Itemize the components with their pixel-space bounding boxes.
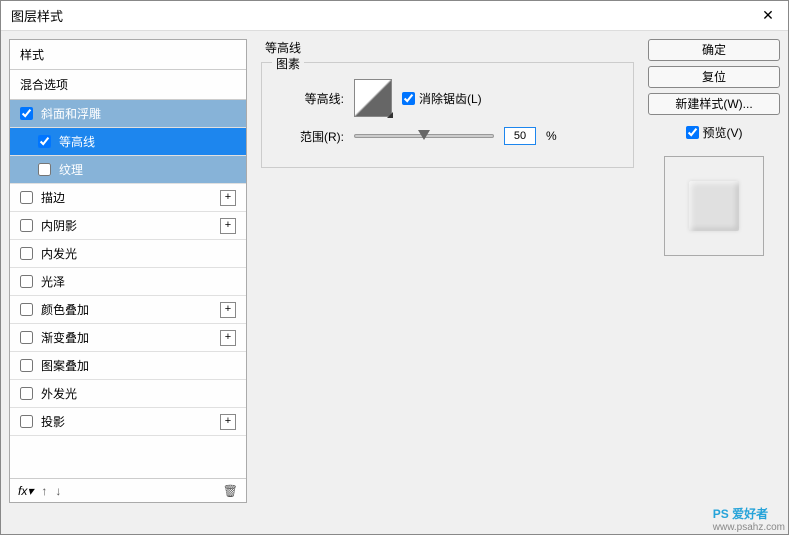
style-item[interactable]: 光泽 bbox=[10, 268, 246, 296]
preview-control[interactable]: 预览(V) bbox=[648, 124, 780, 141]
styles-header: 样式 bbox=[10, 40, 246, 70]
range-label: 范围(R): bbox=[274, 128, 344, 145]
add-effect-button[interactable]: + bbox=[220, 190, 236, 206]
style-label: 描边 bbox=[41, 189, 220, 206]
dialog-content: 样式 混合选项 斜面和浮雕等高线纹理描边+内阴影+内发光光泽颜色叠加+渐变叠加+… bbox=[1, 31, 788, 511]
style-checkbox[interactable] bbox=[20, 219, 33, 232]
preview-box bbox=[664, 156, 764, 256]
style-checkbox[interactable] bbox=[20, 303, 33, 316]
add-effect-button[interactable]: + bbox=[220, 330, 236, 346]
style-label: 内发光 bbox=[41, 245, 236, 262]
layer-style-dialog: 图层样式 ✕ 样式 混合选项 斜面和浮雕等高线纹理描边+内阴影+内发光光泽颜色叠… bbox=[0, 0, 789, 535]
group-title: 图素 bbox=[272, 55, 304, 72]
style-checkbox[interactable] bbox=[20, 359, 33, 372]
watermark-text: PS 爱好者 www.psahz.com bbox=[713, 505, 785, 533]
range-input[interactable] bbox=[504, 127, 536, 145]
contour-section: 等高线 图素 等高线: 消除锯齿(L) 范围(R): bbox=[261, 39, 634, 168]
style-label: 内阴影 bbox=[41, 217, 220, 234]
titlebar: 图层样式 ✕ bbox=[1, 1, 788, 31]
style-item[interactable]: 图案叠加 bbox=[10, 352, 246, 380]
style-label: 斜面和浮雕 bbox=[41, 105, 236, 122]
style-checkbox[interactable] bbox=[20, 331, 33, 344]
move-down-button[interactable]: ↓ bbox=[55, 484, 61, 498]
new-style-button[interactable]: 新建样式(W)... bbox=[648, 93, 780, 115]
antialias-checkbox[interactable] bbox=[402, 92, 415, 105]
style-item[interactable]: 外发光 bbox=[10, 380, 246, 408]
action-panel: 确定 复位 新建样式(W)... 预览(V) bbox=[648, 39, 780, 503]
fx-menu[interactable]: fx▾ bbox=[18, 484, 33, 498]
contour-label: 等高线: bbox=[274, 90, 344, 107]
styles-list: 斜面和浮雕等高线纹理描边+内阴影+内发光光泽颜色叠加+渐变叠加+图案叠加外发光投… bbox=[10, 100, 246, 436]
window-title: 图层样式 bbox=[11, 6, 748, 25]
ok-button[interactable]: 确定 bbox=[648, 39, 780, 61]
style-label: 颜色叠加 bbox=[41, 301, 220, 318]
preview-label: 预览(V) bbox=[703, 124, 743, 141]
antialias-label: 消除锯齿(L) bbox=[419, 90, 482, 107]
elements-group: 图素 等高线: 消除锯齿(L) 范围(R): bbox=[261, 62, 634, 168]
style-item[interactable]: 内发光 bbox=[10, 240, 246, 268]
add-effect-button[interactable]: + bbox=[220, 218, 236, 234]
options-panel: 等高线 图素 等高线: 消除锯齿(L) 范围(R): bbox=[255, 39, 640, 503]
add-effect-button[interactable]: + bbox=[220, 302, 236, 318]
style-label: 外发光 bbox=[41, 385, 236, 402]
contour-row: 等高线: 消除锯齿(L) bbox=[274, 79, 621, 117]
style-checkbox[interactable] bbox=[20, 191, 33, 204]
antialias-control[interactable]: 消除锯齿(L) bbox=[402, 90, 482, 107]
preview-swatch bbox=[689, 181, 739, 231]
style-item[interactable]: 纹理 bbox=[10, 156, 246, 184]
blend-options[interactable]: 混合选项 bbox=[10, 70, 246, 100]
style-label: 投影 bbox=[41, 413, 220, 430]
section-title: 等高线 bbox=[261, 39, 634, 56]
style-item[interactable]: 内阴影+ bbox=[10, 212, 246, 240]
style-item[interactable]: 斜面和浮雕 bbox=[10, 100, 246, 128]
style-label: 光泽 bbox=[41, 273, 236, 290]
close-button[interactable]: ✕ bbox=[748, 1, 788, 31]
reset-button[interactable]: 复位 bbox=[648, 66, 780, 88]
add-effect-button[interactable]: + bbox=[220, 414, 236, 430]
contour-picker[interactable] bbox=[354, 79, 392, 117]
style-label: 渐变叠加 bbox=[41, 329, 220, 346]
style-checkbox[interactable] bbox=[38, 163, 51, 176]
percent-label: % bbox=[546, 129, 557, 143]
preview-checkbox[interactable] bbox=[686, 126, 699, 139]
style-label: 图案叠加 bbox=[41, 357, 236, 374]
style-label: 等高线 bbox=[59, 133, 236, 150]
style-checkbox[interactable] bbox=[20, 247, 33, 260]
range-row: 范围(R): % bbox=[274, 127, 621, 145]
watermark: PS 爱好者 www.psahz.com bbox=[713, 505, 785, 533]
move-up-button[interactable]: ↑ bbox=[41, 484, 47, 498]
slider-thumb[interactable] bbox=[418, 130, 430, 140]
style-label: 纹理 bbox=[59, 161, 236, 178]
style-checkbox[interactable] bbox=[38, 135, 51, 148]
styles-panel: 样式 混合选项 斜面和浮雕等高线纹理描边+内阴影+内发光光泽颜色叠加+渐变叠加+… bbox=[9, 39, 247, 503]
style-item[interactable]: 颜色叠加+ bbox=[10, 296, 246, 324]
style-item[interactable]: 投影+ bbox=[10, 408, 246, 436]
style-checkbox[interactable] bbox=[20, 415, 33, 428]
styles-spacer bbox=[10, 436, 246, 478]
style-item[interactable]: 描边+ bbox=[10, 184, 246, 212]
range-slider[interactable] bbox=[354, 134, 494, 138]
style-item[interactable]: 渐变叠加+ bbox=[10, 324, 246, 352]
style-checkbox[interactable] bbox=[20, 275, 33, 288]
styles-footer: fx▾ ↑ ↓ 🗑 bbox=[10, 478, 246, 502]
style-item[interactable]: 等高线 bbox=[10, 128, 246, 156]
style-checkbox[interactable] bbox=[20, 107, 33, 120]
delete-button[interactable]: 🗑 bbox=[223, 484, 238, 498]
style-checkbox[interactable] bbox=[20, 387, 33, 400]
